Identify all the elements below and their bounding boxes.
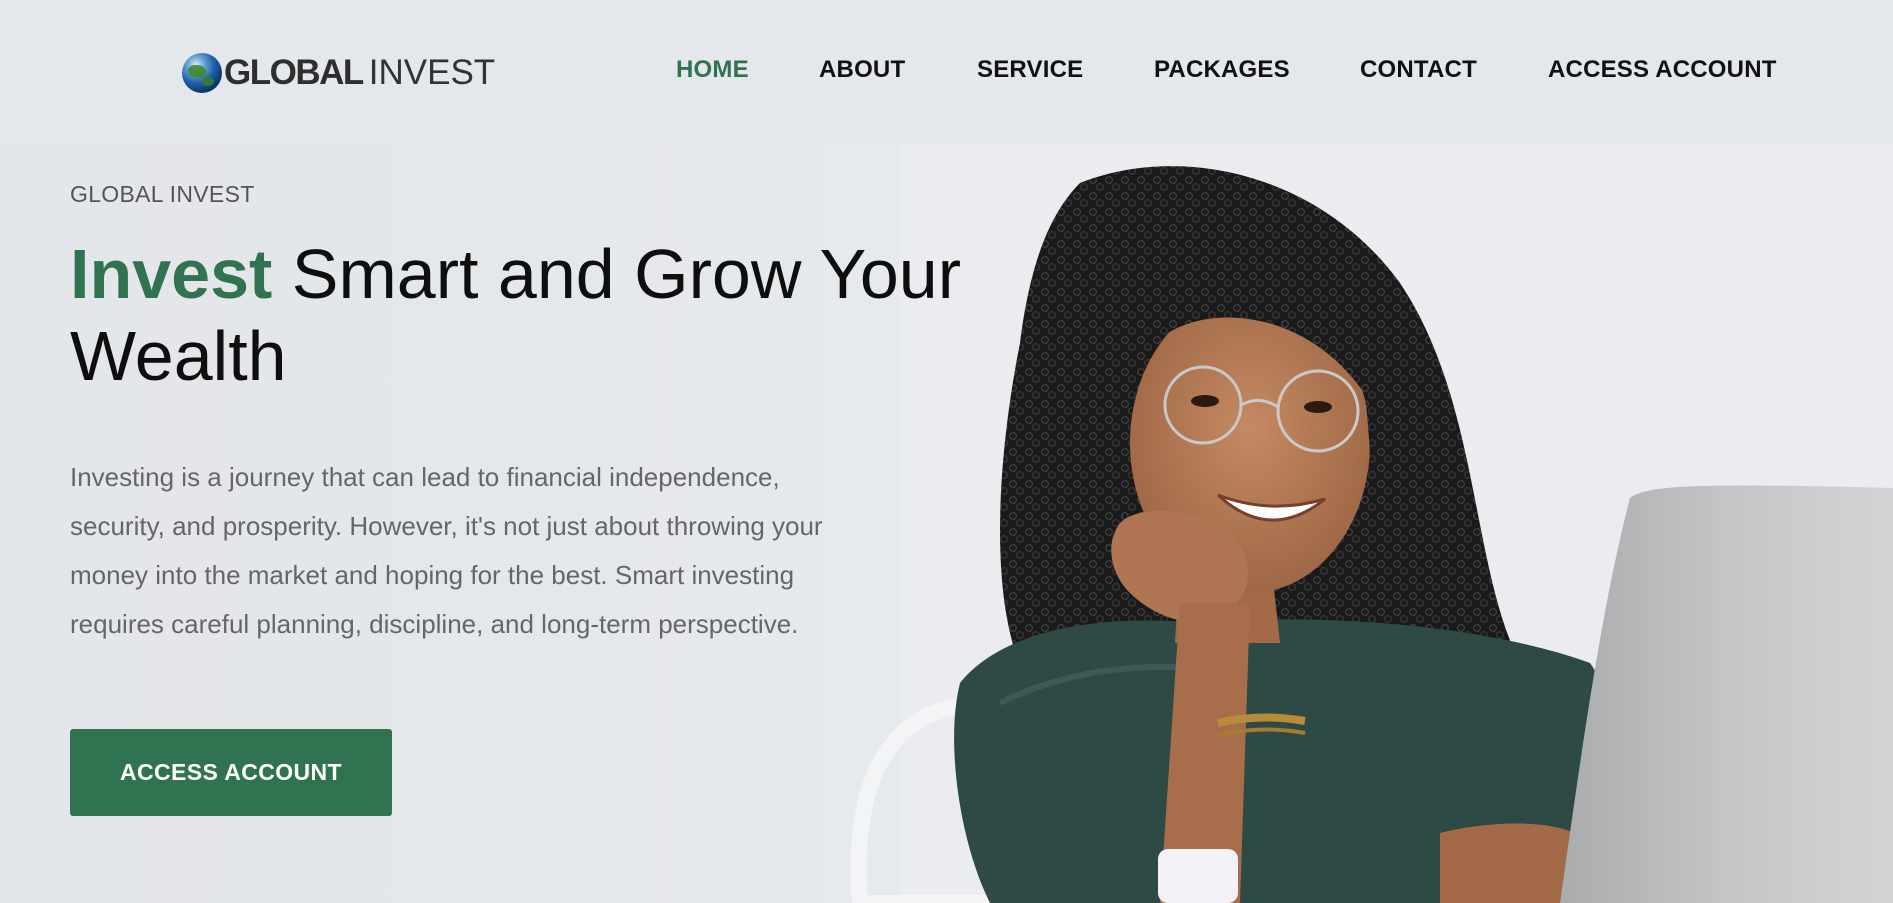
hero-headline: Invest Smart and Grow Your Wealth <box>70 233 1030 397</box>
logo[interactable]: GLOBAL INVEST <box>182 50 495 95</box>
globe-icon <box>182 52 222 93</box>
nav-contact[interactable]: CONTACT <box>1360 56 1477 84</box>
nav-packages[interactable]: PACKAGES <box>1154 56 1290 84</box>
nav-service[interactable]: SERVICE <box>977 56 1083 84</box>
access-account-button[interactable]: ACCESS ACCOUNT <box>70 729 392 816</box>
logo-text-bold: GLOBAL <box>224 52 364 92</box>
hero-eyebrow: GLOBAL INVEST <box>70 181 255 207</box>
site-header: GLOBAL INVEST HOME ABOUT SERVICE PACKAGE… <box>0 0 1893 143</box>
nav-about[interactable]: ABOUT <box>819 56 905 84</box>
logo-text-light: INVEST <box>368 52 496 92</box>
hero-lead-text: Investing is a journey that can lead to … <box>70 462 823 639</box>
nav-home[interactable]: HOME <box>676 56 749 84</box>
nav-access-account[interactable]: ACCESS ACCOUNT <box>1548 56 1777 84</box>
hero-section: GLOBAL INVEST Invest Smart and Grow Your… <box>0 143 1893 903</box>
headline-accent: Invest <box>70 235 273 313</box>
